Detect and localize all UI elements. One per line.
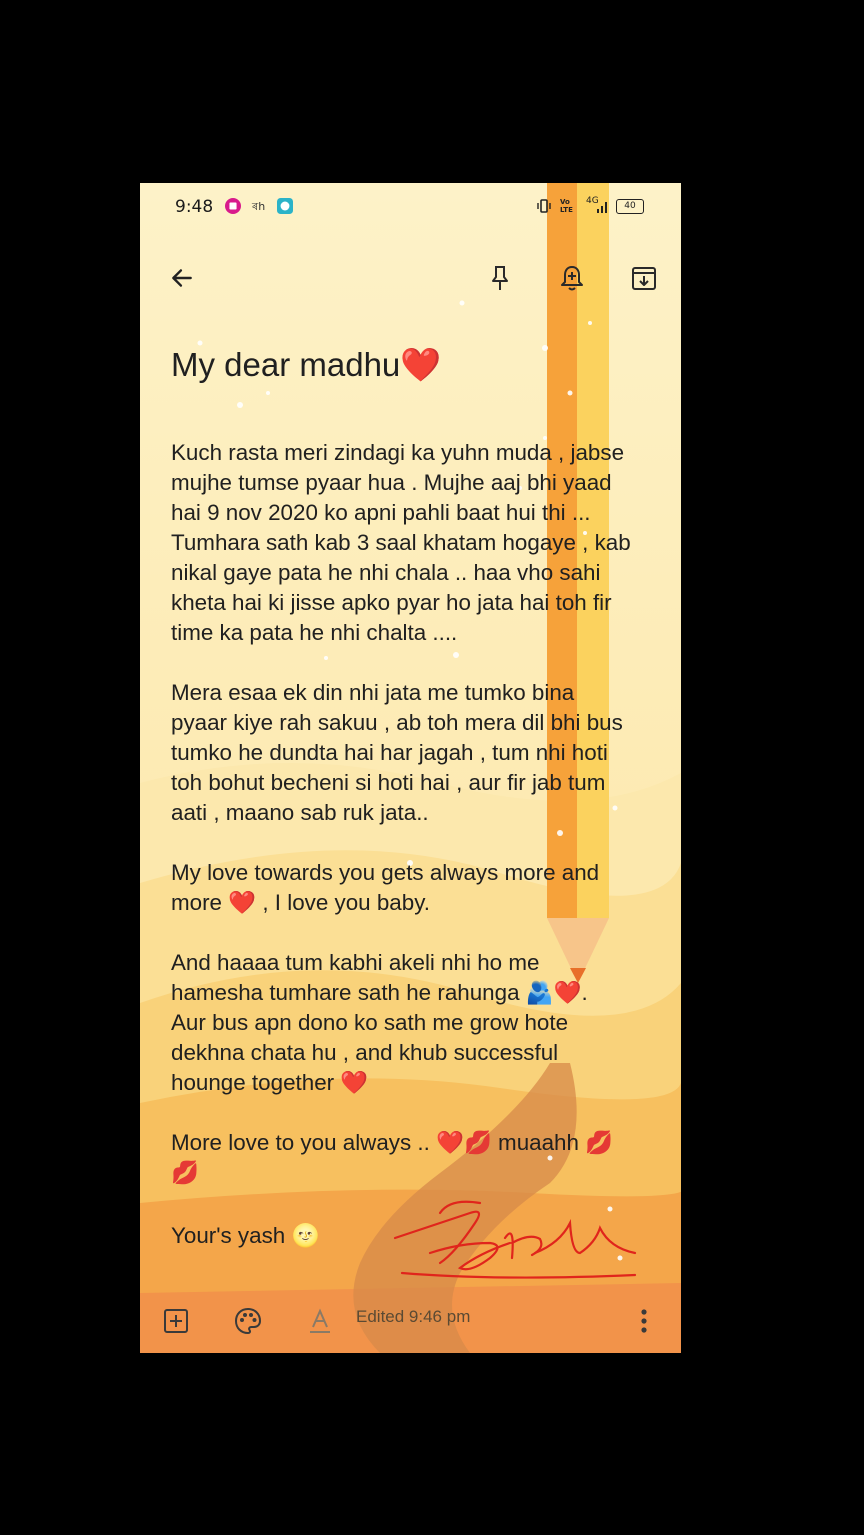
note-paragraph: Mera esaa ek din nhi jata me tumko bina p…: [171, 678, 671, 828]
note-paragraph: Your's yash 🌝: [171, 1221, 671, 1251]
status-time: 9:48: [175, 197, 214, 217]
note-title[interactable]: My dear madhu❤️: [171, 346, 441, 385]
note-line: hounge together ❤️: [171, 1070, 369, 1095]
note-line: more ❤️ , I love you baby.: [171, 890, 430, 915]
note-line: Aur bus apn dono ko sath me grow hote: [171, 1010, 569, 1035]
note-paragraph: More love to you always .. ❤️💋 muaahh 💋 💋: [171, 1128, 671, 1188]
note-line: hai 9 nov 2020 ko apni pahli baat hui th…: [171, 500, 591, 525]
reminder-bell-icon: [561, 266, 583, 291]
note-line: And haaaa tum kabhi akeli nhi ho me: [171, 950, 540, 975]
calendar-notification-icon: [225, 198, 241, 214]
note-paragraph: And haaaa tum kabhi akeli nhi ho me hames…: [171, 948, 671, 1098]
status-bar: 9:48 ৰh Vo LTE 4G 40: [140, 183, 681, 231]
signal-strength-icon: [597, 202, 607, 213]
back-arrow-icon: [172, 269, 192, 287]
note-line: My love towards you gets always more and: [171, 860, 600, 885]
back-button[interactable]: [162, 258, 202, 298]
add-content-button[interactable]: [156, 1301, 196, 1341]
text-format-button[interactable]: [300, 1301, 340, 1341]
note-paragraph: Kuch rasta meri zindagi ka yuhn muda , j…: [171, 438, 671, 648]
note-line: 💋: [171, 1160, 199, 1185]
more-options-button[interactable]: [624, 1301, 664, 1341]
vibrate-icon: [537, 199, 551, 213]
battery-level: 40: [624, 201, 636, 211]
note-line: dekhna chata hu , and khub successful: [171, 1040, 559, 1065]
volte-icon: Vo LTE: [560, 198, 573, 214]
edited-timestamp: Edited 9:46 pm: [356, 1307, 471, 1326]
battery-icon: 40: [616, 199, 644, 214]
archive-button[interactable]: [624, 258, 664, 298]
background-options-button[interactable]: [228, 1301, 268, 1341]
archive-icon: [632, 267, 656, 290]
note-line: More love to you always .. ❤️💋 muaahh 💋: [171, 1130, 614, 1155]
text-format-icon: [310, 1308, 330, 1333]
note-line: tumko he dundta hai har jagah , tum nhi …: [171, 740, 608, 765]
phone-screen: 9:48 ৰh Vo LTE 4G 40 My dear madhu❤️ Kuc…: [140, 183, 681, 1353]
note-line: Tumhara sath kab 3 saal khatam hogaye , …: [171, 530, 631, 555]
note-line: kheta hai ki jisse apko pyar ho jata hai…: [171, 590, 612, 615]
add-box-icon: [164, 1309, 188, 1333]
note-line: time ka pata he nhi chalta ....: [171, 620, 458, 645]
note-line: pyaar kiye rah sakuu , ab toh mera dil b…: [171, 710, 623, 735]
note-line: nikal gaye pata he nhi chala .. haa vho …: [171, 560, 601, 585]
more-vert-icon: [641, 1309, 647, 1333]
app-notification-icon: ৰh: [252, 200, 266, 213]
note-line: Mera esaa ek din nhi jata me tumko bina: [171, 680, 575, 705]
pin-icon: [492, 266, 508, 290]
note-line: hamesha tumhare sath he rahunga 🫂❤️.: [171, 980, 588, 1005]
palette-icon: [234, 1307, 262, 1335]
note-line: Kuch rasta meri zindagi ka yuhn muda , j…: [171, 440, 625, 465]
note-line: Your's yash 🌝: [171, 1223, 320, 1248]
note-line: toh bohut becheni si hoti hai , aur fir …: [171, 770, 606, 795]
note-line: mujhe tumse pyaar hua . Mujhe aaj bhi ya…: [171, 470, 612, 495]
note-paragraph: My love towards you gets always more and…: [171, 858, 671, 918]
chat-notification-icon: [277, 198, 293, 214]
note-line: aati , maano sab ruk jata..: [171, 800, 429, 825]
pin-button[interactable]: [480, 258, 520, 298]
reminder-button[interactable]: [552, 258, 592, 298]
